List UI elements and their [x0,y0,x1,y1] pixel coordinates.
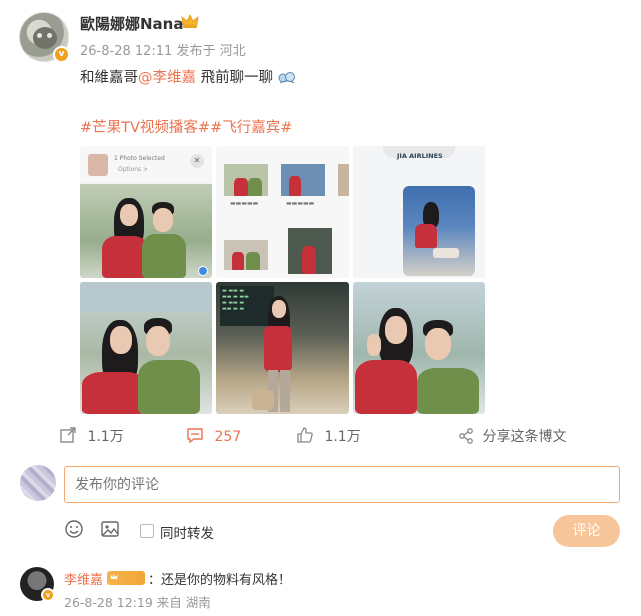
reply-separator: ： [148,573,162,588]
share-label: 分享这条博文 [482,429,567,445]
repost-count: 1.1万 [87,429,124,445]
like-button[interactable]: 1.1万 [296,426,361,446]
verified-badge-icon: v [53,46,70,63]
reply-content: 还是你的物料有风格！ [161,573,292,588]
repost-icon [60,427,76,443]
reply-author-name[interactable]: 李维嘉 [64,569,103,588]
comment-input[interactable] [64,466,620,503]
image-1-header: 1 Photo Selected [114,155,165,162]
post-image-3[interactable]: JIA AIRLINES [353,146,485,278]
repost-checkbox[interactable] [140,524,154,538]
post-text: 和維嘉哥@李维嘉 飛前聊一聊 [80,66,296,87]
reply-meta: 26-8-28 12:19 来自 湖南 [64,595,211,610]
post-text-before: 和維嘉哥 [80,70,138,86]
like-icon [297,427,313,443]
post-image-1[interactable]: 1 Photo Selected Options > ✕ [80,146,212,278]
comment-button[interactable]: 257 [186,426,241,445]
share-button[interactable]: 分享这条博文 [458,426,566,446]
close-icon: ✕ [190,154,204,168]
wave-emoji-icon [278,72,295,84]
current-user-avatar [20,465,56,501]
image-3-title: JIA AIRLINES [397,152,443,160]
repost-checkbox-label[interactable]: 同时转发 [160,522,214,542]
submit-comment-button[interactable]: 评论 [553,515,620,547]
post-text-after: 飛前聊一聊 [196,70,278,86]
post-image-5[interactable]: ▬ ▬▬ ▬ ▬▬ ▬ ▬▬ ▬ ▬▬ ▬ ▬▬ ▬ ▬ [216,282,349,414]
topic-links[interactable]: #芒果TV视频播客##飞行嘉宾# [80,116,292,137]
post-meta: 26-8-28 12:11 发布于 河北 [80,44,246,59]
comment-icon [187,428,203,444]
image-icon[interactable] [100,519,120,539]
emoji-icon[interactable] [64,519,84,539]
crown-icon [181,14,199,28]
image-1-sub: Options > [118,166,149,173]
reply-verified-badge-icon: v [41,588,55,602]
post-image-6[interactable] [353,282,485,414]
author-name[interactable]: 歐陽娜娜Nana [80,13,183,34]
share-icon [459,428,473,444]
comment-count: 257 [214,429,242,445]
mention-link[interactable]: @李维嘉 [138,70,196,86]
reply-text: ：还是你的物料有风格！ [148,569,291,588]
reply-member-badge-icon [107,571,145,585]
post-image-4[interactable] [80,282,212,414]
like-count: 1.1万 [324,429,361,445]
repost-button[interactable]: 1.1万 [59,426,124,446]
post-image-2[interactable]: ▬▬▬▬▬ ▬▬▬▬▬ [216,146,349,278]
